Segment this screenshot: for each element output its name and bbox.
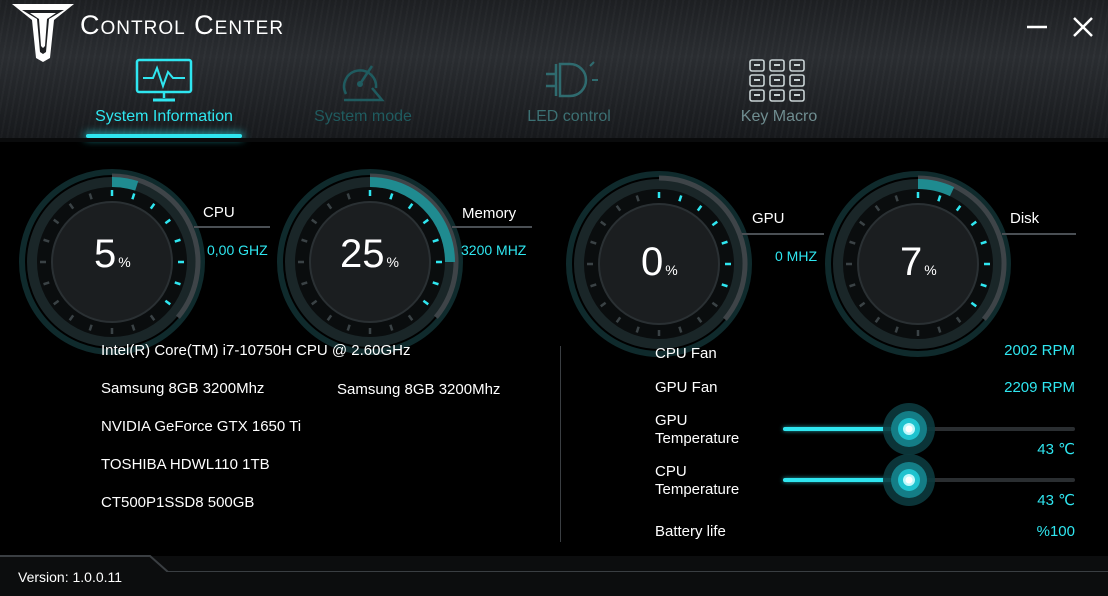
close-icon	[1073, 17, 1093, 37]
gpu-temperature-value: 43 ℃	[1037, 441, 1075, 458]
glow-knob-icon	[882, 454, 935, 506]
gauge-tick	[980, 240, 987, 245]
disk-gauge-label: Disk	[1010, 210, 1040, 227]
cpu-label-line	[194, 226, 270, 228]
gauge-tick	[88, 193, 93, 200]
cpu-model: Intel(R) Core(TM) i7-10750H CPU @ 2.60GH…	[101, 342, 411, 359]
gauge-tick	[389, 324, 394, 331]
gauge-tick	[937, 195, 942, 202]
minimize-button[interactable]	[1020, 10, 1054, 44]
gpu-temperature-indicator	[882, 402, 936, 456]
gauge-tick	[635, 326, 640, 333]
gauge-tick	[635, 195, 640, 202]
disk-model-2: CT500P1SSD8 500GB	[101, 494, 255, 511]
gauge-tick	[980, 283, 987, 288]
gauge-icon	[342, 65, 385, 102]
gauge-tick	[389, 193, 394, 200]
ram-module-2: Samsung 8GB 3200Mhz	[337, 381, 501, 398]
gauge-tick	[678, 326, 683, 333]
cpu-fan-speed: 2002 RPM	[1004, 342, 1075, 359]
tab-system-information[interactable]: System Information	[86, 58, 242, 138]
percent-sign: %	[665, 262, 678, 278]
tab-label: System mode	[314, 108, 412, 125]
memory-frequency: 3200 MHZ	[461, 242, 527, 258]
gauge-tick	[88, 324, 93, 331]
gauge-tick	[432, 238, 439, 243]
gauge-tick	[721, 283, 728, 288]
cpu-gauge-label: CPU	[203, 204, 235, 221]
gauge-tick	[678, 195, 683, 202]
gauge-tick	[849, 283, 856, 288]
gauge-tick	[894, 326, 899, 333]
keypad-icon	[749, 59, 805, 102]
status-bar-border	[0, 555, 1108, 572]
tab-label: LED control	[527, 108, 611, 125]
header-divider	[0, 138, 1108, 142]
gauge-tick	[721, 240, 728, 245]
battery-life-label: Battery life	[655, 523, 726, 540]
gpu-gauge-label: GPU	[752, 210, 785, 227]
ram-module-1: Samsung 8GB 3200Mhz	[101, 380, 265, 397]
tab-label: System Information	[95, 108, 233, 125]
gpu-label-line	[742, 233, 824, 235]
gpu-fan-speed: 2209 RPM	[1004, 379, 1075, 396]
app-title: Control Center	[80, 10, 285, 40]
brand-logo-icon	[10, 2, 76, 62]
cpu-frequency: 0,00 GHZ	[207, 242, 268, 258]
gpu-usage-number: 0	[641, 240, 664, 284]
gpu-temperature-label: GPU Temperature	[655, 412, 740, 447]
gauge-tick	[590, 283, 597, 288]
memory-usage-number: 25	[340, 232, 385, 276]
close-button[interactable]	[1066, 10, 1100, 44]
glow-knob-icon	[882, 403, 935, 455]
memory-gauge-label: Memory	[462, 205, 517, 222]
gauge-tick	[937, 326, 942, 333]
gauge-tick	[432, 281, 439, 286]
disk-model-1: TOSHIBA HDWL110 1TB	[101, 456, 270, 473]
gauge-value-arc	[111, 177, 139, 191]
disk-gauge-value: 7%	[900, 240, 937, 285]
cpu-temperature-value: 43 ℃	[1037, 492, 1075, 509]
gauge-tick	[43, 281, 50, 286]
gauge-tick	[43, 238, 50, 243]
monitor-pulse-icon	[135, 58, 193, 102]
cpu-usage-number: 5	[94, 232, 117, 276]
disk-usage-number: 7	[900, 240, 923, 284]
gauge-tick	[301, 238, 308, 243]
percent-sign: %	[118, 254, 131, 270]
gpu-fan-label: GPU Fan	[655, 379, 718, 396]
gauge-tick	[174, 281, 181, 286]
gauge-tick	[131, 193, 136, 200]
app-version: Version: 1.0.0.11	[18, 569, 123, 585]
gauge-tick	[346, 193, 351, 200]
cpu-fan-label: CPU Fan	[655, 345, 717, 362]
percent-sign: %	[924, 262, 937, 278]
minimize-icon	[1027, 25, 1047, 29]
gauge-tick	[590, 240, 597, 245]
gauge-tick	[346, 324, 351, 331]
cpu-temperature-label: CPU Temperature	[655, 463, 740, 498]
gauge-tick	[131, 324, 136, 331]
memory-label-line	[452, 226, 532, 228]
cpu-gauge-value: 5%	[94, 232, 131, 277]
gauge-tick	[301, 281, 308, 286]
gauge-tick	[174, 238, 181, 243]
battery-life-value: %100	[1036, 523, 1075, 540]
light-bulb-icon	[546, 61, 598, 98]
section-divider	[560, 346, 561, 542]
gauge-tick	[894, 195, 899, 202]
tab-key-macro[interactable]: Key Macro	[716, 58, 842, 138]
tab-system-mode[interactable]: System mode	[298, 58, 428, 138]
gpu-model: NVIDIA GeForce GTX 1650 Ti	[101, 418, 302, 435]
tab-led-control[interactable]: LED control	[504, 58, 634, 138]
gpu-gauge-value: 0%	[641, 240, 678, 285]
memory-gauge-value: 25%	[340, 232, 399, 277]
cpu-temperature-indicator	[882, 453, 936, 507]
disk-label-line	[1002, 233, 1076, 235]
gauge-tick	[849, 240, 856, 245]
gpu-frequency: 0 MHZ	[775, 248, 817, 264]
percent-sign: %	[386, 254, 399, 270]
tab-label: Key Macro	[740, 108, 818, 125]
